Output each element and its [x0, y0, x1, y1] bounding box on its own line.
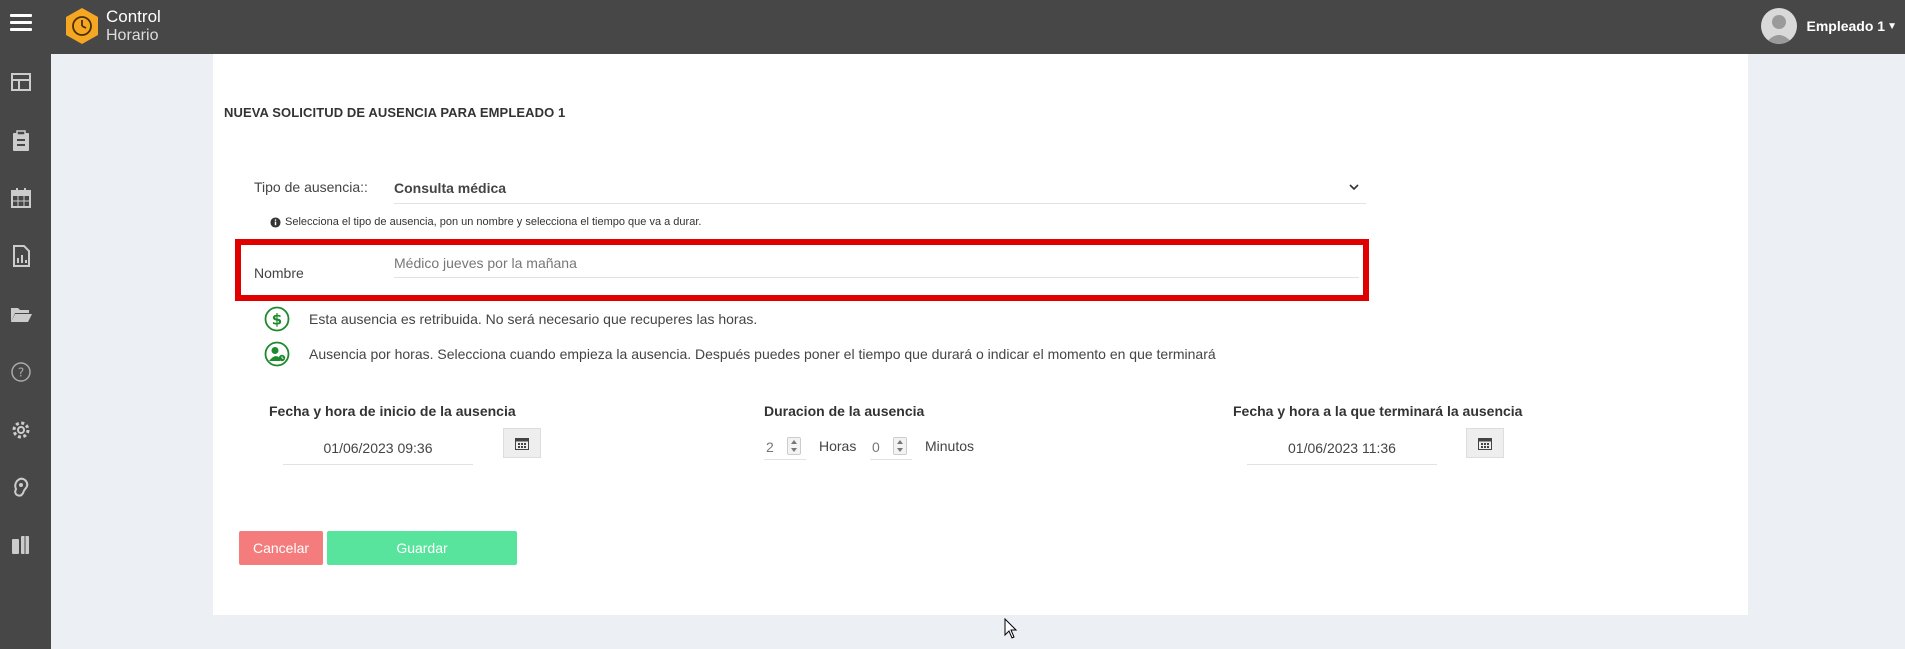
- duration-label: Duracion de la ausencia: [764, 403, 925, 419]
- user-name: Empleado 1: [1806, 18, 1886, 34]
- people-icon[interactable]: [9, 533, 33, 557]
- mouse-cursor-icon: [1004, 618, 1018, 639]
- cancel-button[interactable]: Cancelar: [239, 531, 323, 565]
- info-icon: [270, 216, 281, 228]
- top-bar: Control Horario Empleado 1 ▼: [0, 0, 1905, 54]
- gear-icon[interactable]: [9, 418, 33, 442]
- paid-info-row: $ Esta ausencia es retribuida. No será n…: [264, 306, 757, 332]
- brand-text: Control Horario: [106, 7, 161, 45]
- hourly-info-text: Ausencia por horas. Selecciona cuando em…: [309, 346, 1216, 362]
- brand-subtitle: Horario: [106, 27, 159, 44]
- dollar-circle-icon: $: [264, 306, 290, 332]
- minutes-stepper[interactable]: [893, 437, 907, 455]
- absence-request-panel: NUEVA SOLICITUD DE AUSENCIA PARA EMPLEAD…: [213, 54, 1748, 615]
- brand-title: Control: [106, 7, 161, 26]
- brand[interactable]: Control Horario: [64, 6, 161, 46]
- svg-text:$: $: [272, 311, 282, 329]
- absence-type-value: Consulta médica: [394, 180, 507, 196]
- page-title: NUEVA SOLICITUD DE AUSENCIA PARA EMPLEAD…: [224, 105, 566, 120]
- folder-icon[interactable]: [9, 302, 33, 326]
- ear-icon[interactable]: [9, 475, 33, 499]
- report-icon[interactable]: [9, 244, 33, 268]
- name-label: Nombre: [254, 265, 304, 281]
- hamburger-menu-icon[interactable]: [10, 14, 32, 34]
- chevron-down-icon: [1349, 184, 1359, 191]
- calendar-icon: [1478, 437, 1492, 450]
- end-datetime-label: Fecha y hora a la que terminará la ausen…: [1233, 403, 1523, 419]
- start-datetime-input[interactable]: [283, 431, 473, 465]
- start-calendar-button[interactable]: [503, 428, 541, 458]
- svg-text:?: ?: [18, 366, 24, 380]
- start-datetime-label: Fecha y hora de inicio de la ausencia: [269, 403, 516, 419]
- user-menu[interactable]: Empleado 1 ▼: [1760, 8, 1897, 44]
- help-icon[interactable]: ?: [9, 360, 33, 384]
- absence-type-select[interactable]: Consulta médica: [394, 172, 1366, 204]
- end-datetime-input[interactable]: [1247, 431, 1437, 465]
- sidebar: ?: [0, 54, 51, 649]
- calendar-icon[interactable]: [9, 186, 33, 210]
- hint-text: Selecciona el tipo de ausencia, pon un n…: [285, 216, 702, 228]
- avatar: [1760, 8, 1797, 44]
- minutes-unit-label: Minutos: [925, 438, 975, 454]
- hourly-info-row: Ausencia por horas. Selecciona cuando em…: [264, 341, 1216, 367]
- calendar-icon: [515, 437, 529, 450]
- user-clock-icon: [264, 341, 290, 367]
- dashboard-icon[interactable]: [9, 70, 33, 94]
- chevron-down-icon: ▼: [1887, 20, 1897, 32]
- name-input[interactable]: [394, 248, 1359, 278]
- absence-type-hint: Selecciona el tipo de ausencia, pon un n…: [270, 216, 701, 228]
- user-avatar-icon: [1764, 15, 1793, 44]
- clock-logo-icon: [66, 8, 98, 44]
- end-calendar-button[interactable]: [1466, 428, 1504, 458]
- save-button[interactable]: Guardar: [327, 531, 517, 565]
- hours-unit-label: Horas: [819, 438, 857, 454]
- absence-type-label: Tipo de ausencia::: [254, 179, 368, 195]
- paid-info-text: Esta ausencia es retribuida. No será nec…: [309, 311, 758, 327]
- hours-stepper[interactable]: [787, 437, 801, 455]
- clipboard-icon[interactable]: [9, 129, 33, 153]
